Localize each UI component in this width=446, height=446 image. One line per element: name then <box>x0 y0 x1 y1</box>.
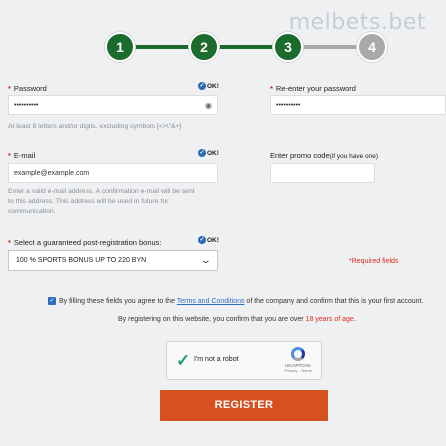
terms-text-after: of the company and confirm that this is … <box>244 297 424 305</box>
bonus-label: * Select a guaranteed post-registration b… <box>8 238 162 247</box>
chevron-down-icon: ⌄ <box>200 255 213 265</box>
step-4: 4 <box>357 32 387 62</box>
password-input[interactable]: •••••••••• ◉ <box>8 95 218 115</box>
age-text-after: . <box>353 316 356 323</box>
promo-code-input[interactable] <box>270 163 375 183</box>
recaptcha-logo: reCAPTCHA Privacy - Terms <box>281 347 315 373</box>
password-repeat-label: * Re-enter your password <box>270 84 356 93</box>
required-mark: * <box>8 84 11 93</box>
required-mark: * <box>8 238 11 247</box>
show-password-icon[interactable]: ◉ <box>205 101 212 110</box>
password-repeat-label-text: Re-enter your password <box>275 84 356 93</box>
promo-label-note: (if you have one) <box>329 153 379 160</box>
terms-text: By filling these fields you agree to the… <box>59 298 423 305</box>
password-label-text: Password <box>13 84 47 93</box>
password-label: * Password <box>8 84 47 93</box>
step-indicator: 1 2 3 4 <box>105 32 387 62</box>
check-icon: ✓ <box>198 82 206 90</box>
password-value: •••••••••• <box>14 101 39 109</box>
ok-text: OK! <box>207 82 219 90</box>
bonus-selected-value: 100 % SPORTS BONUS UP TO 220 BYN <box>16 257 147 264</box>
email-hint: Enter a valid e-mail address. A confirma… <box>8 188 195 215</box>
terms-text-before: By filling these fields you agree to the <box>59 297 177 305</box>
password-repeat-input[interactable]: •••••••••• <box>270 95 446 115</box>
step-3: 3 <box>273 32 303 62</box>
email-ok-indicator: ✓ OK! <box>198 149 219 157</box>
required-mark: * <box>270 84 273 93</box>
promo-label-text: Enter promo code <box>270 151 330 160</box>
step-2: 2 <box>189 32 219 62</box>
recaptcha-widget[interactable]: ✓ I'm not a robot reCAPTCHA Privacy - Te… <box>166 341 322 380</box>
recaptcha-checkmark-icon[interactable]: ✓ <box>176 351 190 371</box>
recaptcha-label: I'm not a robot <box>194 356 239 363</box>
age-confirmation: By registering on this website, you conf… <box>118 316 356 323</box>
email-label: * E-mail <box>8 151 35 160</box>
recaptcha-icon <box>291 347 305 361</box>
email-value: example@example.com <box>14 169 90 177</box>
terms-agreement: ✓ By filling these fields you agree to t… <box>48 297 423 305</box>
ok-text: OK! <box>207 236 219 244</box>
age-highlight: 18 years of age <box>305 316 354 323</box>
required-mark: * <box>8 151 11 160</box>
email-label-text: E-mail <box>13 151 36 160</box>
recaptcha-terms[interactable]: Privacy - Terms <box>281 368 315 373</box>
bonus-select[interactable]: 100 % SPORTS BONUS UP TO 220 BYN ⌄ <box>8 250 218 271</box>
ok-text: OK! <box>207 149 219 157</box>
step-1: 1 <box>105 32 135 62</box>
promo-label: Enter promo code(if you have one) <box>270 151 378 160</box>
required-fields-note: *Required fields <box>349 258 399 265</box>
bonus-label-text: Select a guaranteed post-registration bo… <box>13 238 162 247</box>
check-icon: ✓ <box>198 236 206 244</box>
terms-checkbox[interactable]: ✓ <box>48 297 56 305</box>
bonus-ok-indicator: ✓ OK! <box>198 236 219 244</box>
password-hint: At least 8 letters and/or digits, exclud… <box>8 123 182 130</box>
password-repeat-value: •••••••••• <box>276 101 301 109</box>
age-text-before: By registering on this website, you conf… <box>118 316 306 323</box>
terms-link[interactable]: Terms and Conditions <box>177 298 245 305</box>
password-ok-indicator: ✓ OK! <box>198 82 219 90</box>
register-button[interactable]: REGISTER <box>160 390 328 421</box>
check-icon: ✓ <box>198 149 206 157</box>
email-input[interactable]: example@example.com <box>8 163 218 183</box>
